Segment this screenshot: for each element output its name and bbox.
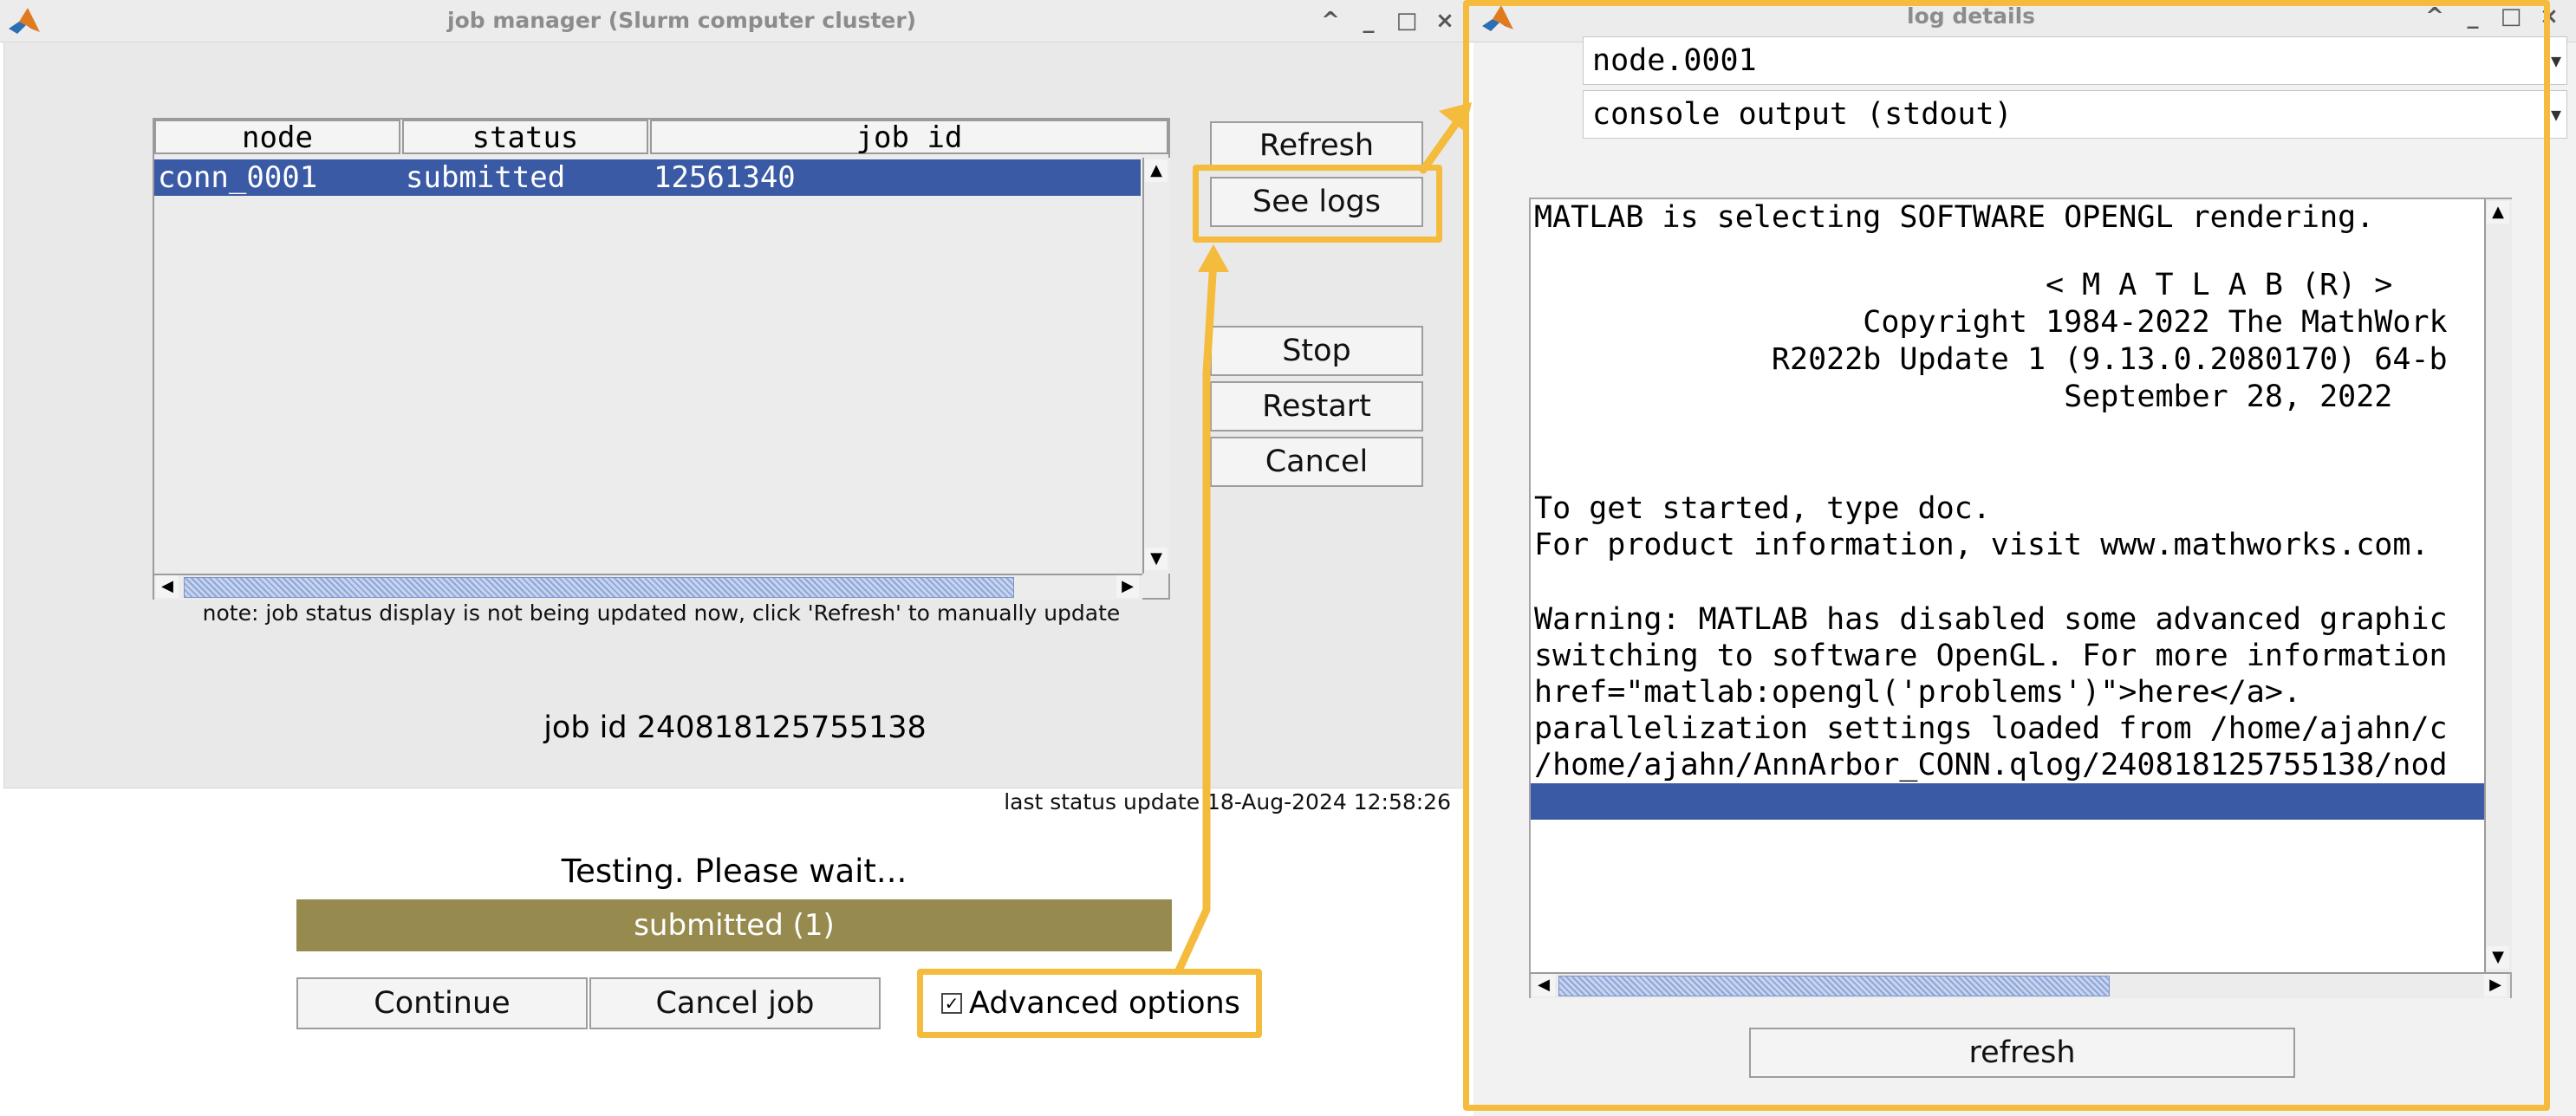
progress-label: submitted (1): [634, 908, 835, 943]
minimize-icon[interactable]: _: [1354, 0, 1383, 42]
job-id-label: job id 240818125755138: [543, 710, 927, 745]
column-header-node[interactable]: node: [154, 120, 400, 154]
cell-status: submitted: [406, 160, 566, 195]
close-icon[interactable]: ×: [1430, 0, 1460, 42]
scroll-left-icon[interactable]: ◀: [156, 575, 179, 598]
restore-icon[interactable]: ^: [1316, 0, 1345, 42]
scroll-right-icon[interactable]: ▶: [1116, 575, 1139, 598]
scroll-thumb[interactable]: [184, 577, 1014, 598]
log-window-highlight: [1463, 0, 2550, 1111]
advanced-options-highlight: [917, 969, 1262, 1038]
arrowhead-up-icon: [1198, 244, 1229, 272]
matlab-icon: [9, 8, 40, 34]
chevron-down-icon[interactable]: ▼: [2551, 91, 2561, 138]
progress-bar: submitted (1): [296, 899, 1172, 951]
maximize-icon[interactable]: □: [1392, 0, 1421, 42]
column-header-status[interactable]: status: [402, 120, 648, 154]
arrow-to-see-logs: [1174, 256, 1218, 975]
column-header-job-id[interactable]: job id: [650, 120, 1168, 154]
title-bar[interactable]: job manager (Slurm computer cluster) ^ _…: [0, 0, 1473, 42]
table-horizontal-scrollbar[interactable]: ◀ ▶: [154, 574, 1142, 600]
testing-status-text: Testing. Please wait...: [561, 853, 907, 890]
annotation-arrows: [1174, 102, 1472, 975]
job-table[interactable]: node status job id conn_0001 submitted 1…: [153, 118, 1170, 600]
cancel-job-button[interactable]: Cancel job: [589, 977, 881, 1029]
continue-button[interactable]: Continue: [296, 977, 588, 1029]
window-title: job manager (Slurm computer cluster): [447, 8, 917, 33]
update-note: note: job status display is not being up…: [202, 600, 1121, 626]
cell-job-id: 12561340: [654, 160, 796, 195]
cell-node: conn_0001: [158, 160, 318, 195]
chevron-down-icon[interactable]: ▼: [2551, 37, 2561, 84]
